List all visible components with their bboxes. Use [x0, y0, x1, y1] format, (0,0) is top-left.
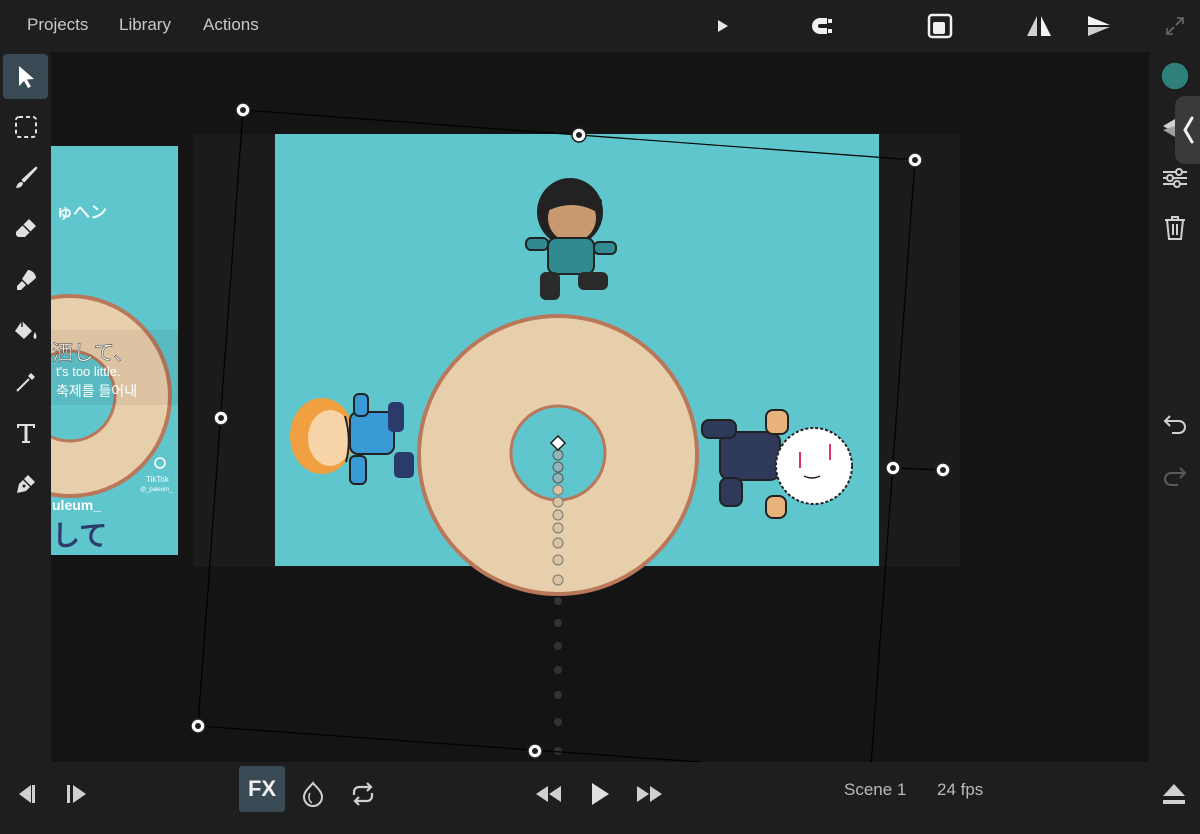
- eject-icon[interactable]: [1152, 772, 1196, 816]
- ref-text-4: 축제를 들어내: [56, 383, 137, 399]
- select-arrow-icon[interactable]: [3, 54, 48, 99]
- reference-image[interactable]: ゅへン 洒して、 t's too little. 축제를 들어내 TikTok …: [51, 146, 178, 555]
- ref-text-1: ゅへン: [56, 203, 107, 222]
- loop-icon[interactable]: [341, 772, 385, 816]
- scene-label[interactable]: Scene 1: [844, 780, 906, 800]
- pen-icon[interactable]: [3, 461, 48, 506]
- menu-library[interactable]: Library: [119, 15, 171, 35]
- ref-text-7: uleum_: [52, 497, 101, 513]
- marquee-select-icon[interactable]: [3, 104, 48, 149]
- layer-mode-icon[interactable]: [924, 10, 956, 42]
- color-swatch[interactable]: [1157, 58, 1193, 94]
- redo-icon[interactable]: [1157, 458, 1193, 494]
- right-toolbar: [1149, 52, 1200, 762]
- fullscreen-icon[interactable]: [1159, 10, 1191, 42]
- fx-button[interactable]: FX: [239, 766, 285, 812]
- menu-projects[interactable]: Projects: [27, 15, 88, 35]
- menu-actions[interactable]: Actions: [203, 15, 259, 35]
- play-small-icon[interactable]: [707, 10, 739, 42]
- chevron-left-icon[interactable]: [1175, 96, 1200, 164]
- eyedropper-icon[interactable]: [3, 359, 48, 404]
- undo-icon[interactable]: [1157, 406, 1193, 442]
- flip-vertical-icon[interactable]: [1083, 10, 1115, 42]
- ref-text-5: TikTok: [146, 475, 170, 484]
- adjustments-icon[interactable]: [1157, 160, 1193, 196]
- bottom-bar: FX Scene 1 24 fps: [0, 762, 1200, 834]
- text-icon[interactable]: [3, 410, 48, 455]
- smudge-icon[interactable]: [3, 257, 48, 302]
- canvas-svg: ゅへン 洒して、 t's too little. 축제를 들어내 TikTok …: [51, 102, 960, 762]
- side-panel-tab[interactable]: [1175, 96, 1200, 164]
- ref-text-6: @_paleum_: [140, 487, 173, 493]
- trash-icon[interactable]: [1157, 210, 1193, 246]
- top-bar: Projects Library Actions: [0, 0, 1200, 52]
- ref-text-8: して: [52, 520, 107, 551]
- magnet-icon[interactable]: [807, 10, 839, 42]
- ref-text-2: 洒して、: [52, 342, 134, 365]
- fill-bucket-icon[interactable]: [3, 308, 48, 353]
- brush-icon[interactable]: [3, 155, 48, 200]
- fps-label[interactable]: 24 fps: [937, 780, 983, 800]
- flip-horizontal-icon[interactable]: [1023, 10, 1055, 42]
- rewind-icon[interactable]: [526, 772, 570, 816]
- step-forward-icon[interactable]: [56, 772, 100, 816]
- eraser-icon[interactable]: [3, 206, 48, 251]
- animation-app: Projects Library Actions ゅへン 洒して、 t's to…: [0, 0, 1200, 834]
- onion-skin-icon[interactable]: [291, 772, 335, 816]
- play-icon[interactable]: [578, 772, 622, 816]
- left-toolbar: [0, 52, 51, 762]
- step-back-icon[interactable]: [2, 772, 46, 816]
- ref-text-3: t's too little.: [56, 364, 121, 379]
- canvas-workspace[interactable]: ゅへン 洒して、 t's too little. 축제를 들어내 TikTok …: [51, 52, 1149, 762]
- fast-forward-icon[interactable]: [628, 772, 672, 816]
